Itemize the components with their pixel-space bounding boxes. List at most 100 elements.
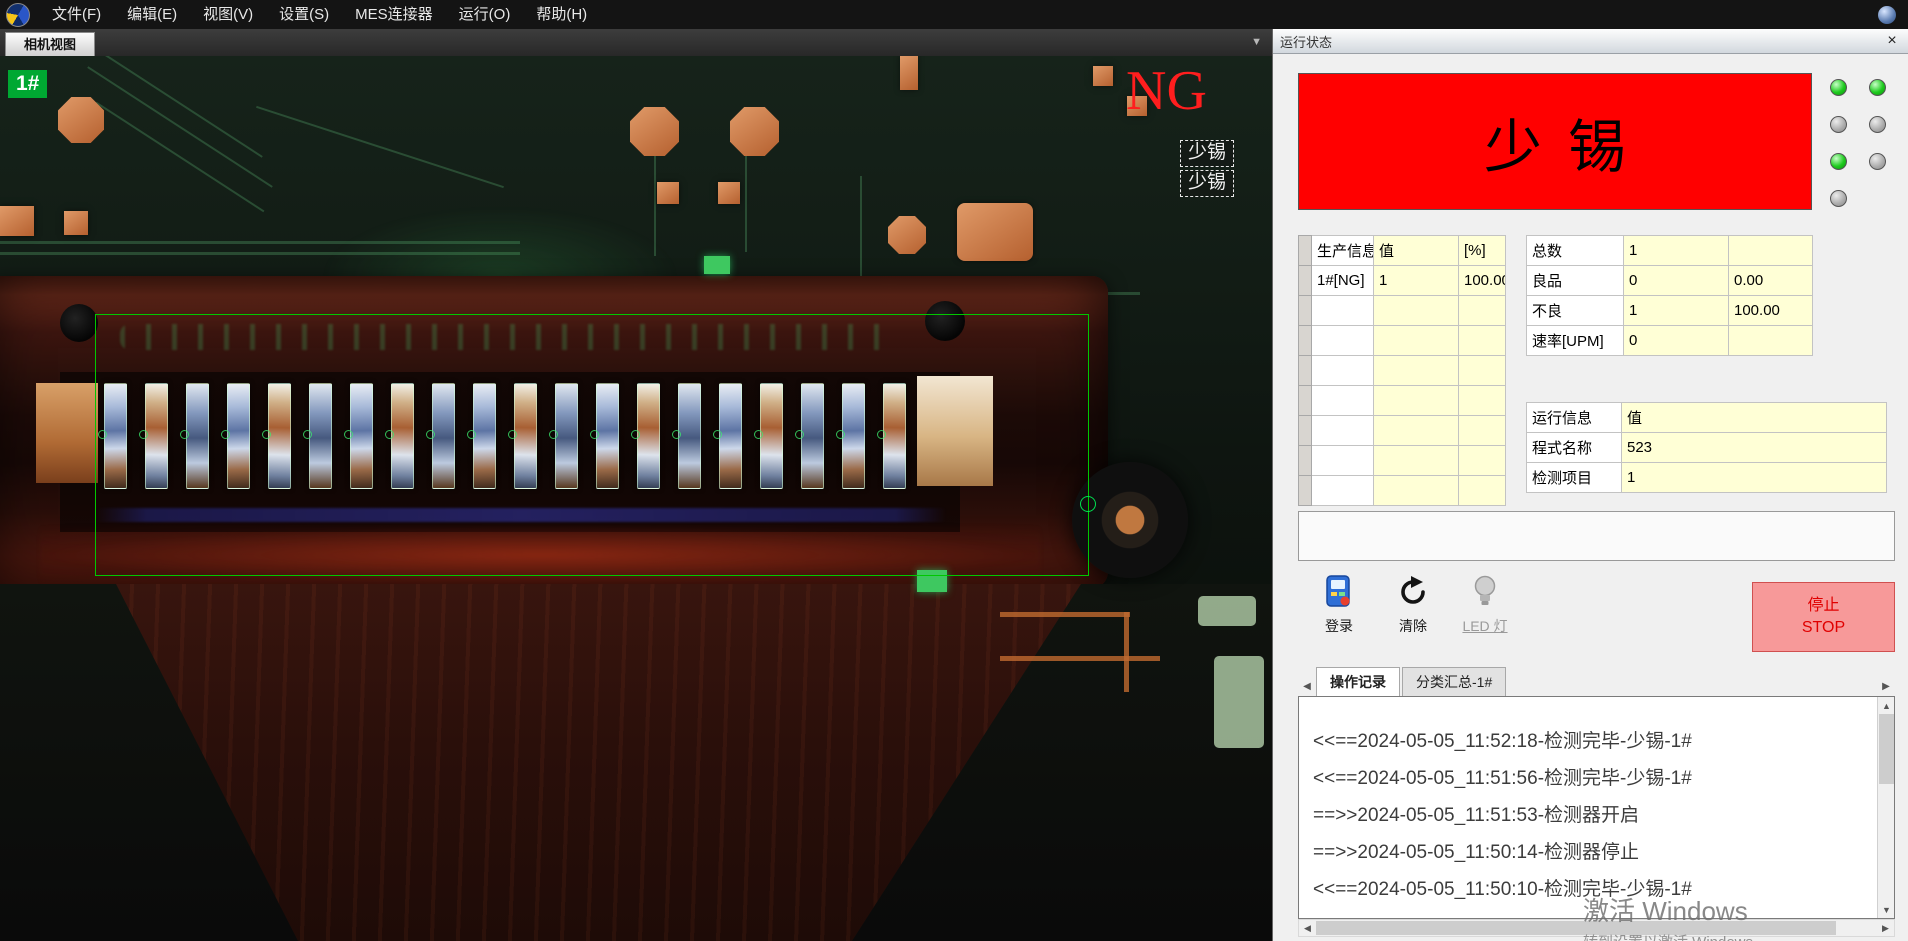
- column-header: 运行信息: [1527, 403, 1622, 433]
- table-cell: [1459, 446, 1506, 476]
- scroll-down-button[interactable]: ▼: [1878, 901, 1895, 918]
- table-cell: [1729, 236, 1813, 266]
- table-row: 程式名称 523: [1527, 433, 1887, 463]
- message-box: [1298, 511, 1895, 561]
- tray-icon[interactable]: [1878, 6, 1896, 24]
- defect-tag: 少锡: [1180, 140, 1234, 167]
- table-cell: 100.00: [1459, 266, 1506, 296]
- horizontal-scrollbar[interactable]: ◀ ▶: [1298, 919, 1895, 937]
- scroll-up-button[interactable]: ▲: [1878, 697, 1895, 714]
- table-cell: 良品: [1527, 266, 1624, 296]
- table-cell: [1374, 416, 1459, 446]
- menu-item-file[interactable]: 文件(F): [39, 0, 114, 29]
- table-cell: [1374, 356, 1459, 386]
- login-button[interactable]: 登录: [1307, 574, 1371, 636]
- detection-marker: [1080, 496, 1096, 512]
- led-light-button[interactable]: LED 灯: [1453, 574, 1517, 636]
- table-cell: 0: [1624, 326, 1729, 356]
- pcb-pad: [58, 97, 104, 143]
- login-button-label: 登录: [1325, 616, 1353, 636]
- copper-trace: [1000, 656, 1160, 661]
- table-cell: 程式名称: [1527, 433, 1622, 463]
- table-cell: 检测项目: [1527, 463, 1622, 493]
- guide-hole: [1072, 462, 1188, 578]
- tab-classification-summary[interactable]: 分类汇总-1#: [1402, 667, 1506, 696]
- table-header-row: 生产信息 值 [%]: [1299, 236, 1506, 266]
- camera-pane: 相机视图 ▼: [0, 29, 1272, 941]
- menu-item-view[interactable]: 视图(V): [190, 0, 266, 29]
- pcb-trace: [745, 156, 747, 252]
- scroll-left-button[interactable]: ◀: [1299, 920, 1316, 936]
- row-header: [1299, 236, 1312, 266]
- table-cell: [1374, 326, 1459, 356]
- pcb-pad: [888, 216, 926, 254]
- stop-button[interactable]: 停止 STOP: [1752, 582, 1895, 652]
- result-ng-label: NG: [1126, 62, 1207, 121]
- menu-item-settings[interactable]: 设置(S): [266, 0, 342, 29]
- table-cell: [1729, 326, 1813, 356]
- run-status-panel: 运行状态 × 少锡 生产信息 值 [%] 1#[NG] 1 100.00: [1272, 29, 1908, 941]
- table-cell: [1312, 446, 1374, 476]
- pale-pad: [1214, 656, 1264, 748]
- tab-scroll-left-button[interactable]: ◀: [1298, 676, 1316, 696]
- summary-table: 总数 1 良品 0 0.00 不良 1 100.00 速率[UPM] 0: [1526, 235, 1813, 356]
- led-button-label: LED 灯: [1462, 616, 1507, 636]
- scrollbar-thumb[interactable]: [1316, 921, 1836, 935]
- table-row: 良品 0 0.00: [1527, 266, 1813, 296]
- vertical-scrollbar[interactable]: ▲ ▼: [1877, 697, 1894, 918]
- pcb-pad: [957, 203, 1033, 261]
- tab-operation-log[interactable]: 操作记录: [1316, 667, 1400, 696]
- table-row: [1299, 446, 1506, 476]
- panel-close-button[interactable]: ×: [1883, 32, 1901, 50]
- log-line: <<==2024-05-05_11:52:18-检测完毕-少锡-1#: [1313, 723, 1894, 760]
- row-header: [1299, 416, 1312, 446]
- table-cell: 速率[UPM]: [1527, 326, 1624, 356]
- pcb-pad: [1093, 66, 1113, 86]
- log-tab-bar: ◀ 操作记录 分类汇总-1# ▶: [1298, 669, 1895, 696]
- table-cell: [1459, 416, 1506, 446]
- pcb-trace: [96, 102, 265, 213]
- table-cell: [1312, 416, 1374, 446]
- table-cell: 总数: [1527, 236, 1624, 266]
- table-row: [1299, 296, 1506, 326]
- production-table-body: 生产信息 值 [%] 1#[NG] 1 100.00: [1299, 236, 1506, 506]
- table-cell: [1459, 356, 1506, 386]
- app-logo-icon: [6, 3, 30, 27]
- scrollbar-thumb[interactable]: [1879, 714, 1894, 784]
- log-lines: <<==2024-05-05_11:52:18-检测完毕-少锡-1# <<==2…: [1299, 697, 1894, 908]
- tab-scroll-right-button[interactable]: ▶: [1877, 676, 1895, 696]
- pcb-trace: [87, 66, 273, 187]
- table-row: 不良 1 100.00: [1527, 296, 1813, 326]
- menu-bar: 文件(F) 编辑(E) 视图(V) 设置(S) MES连接器 运行(O) 帮助(…: [0, 0, 1908, 29]
- table-cell: [1459, 476, 1506, 506]
- status-led: [1869, 116, 1886, 133]
- defect-tag: 少锡: [1180, 170, 1234, 197]
- tab-camera-view[interactable]: 相机视图: [5, 32, 95, 56]
- scroll-right-button[interactable]: ▶: [1877, 920, 1894, 936]
- roi-rectangle: [95, 314, 1089, 576]
- menu-item-help[interactable]: 帮助(H): [523, 0, 600, 29]
- table-row: [1299, 416, 1506, 446]
- column-header: 生产信息: [1312, 236, 1374, 266]
- column-header: [%]: [1459, 236, 1506, 266]
- clear-button-label: 清除: [1399, 616, 1427, 636]
- menu-item-mes-connector[interactable]: MES连接器: [342, 0, 446, 29]
- table-cell: [1312, 476, 1374, 506]
- status-led: [1830, 153, 1847, 170]
- login-icon: [1324, 574, 1354, 611]
- tab-list-dropdown-icon[interactable]: ▼: [1251, 35, 1262, 49]
- table-cell: 523: [1622, 433, 1887, 463]
- run-info-table: 运行信息 值 程式名称 523 检测项目 1: [1526, 402, 1887, 493]
- table-cell: [1374, 446, 1459, 476]
- menu-item-run[interactable]: 运行(O): [446, 0, 524, 29]
- table-cell: 1#[NG]: [1312, 266, 1374, 296]
- menu-item-edit[interactable]: 编辑(E): [114, 0, 190, 29]
- table-row: [1299, 476, 1506, 506]
- row-header: [1299, 326, 1312, 356]
- table-row: 1#[NG] 1 100.00: [1299, 266, 1506, 296]
- table-cell: [1312, 356, 1374, 386]
- operation-log-list[interactable]: <<==2024-05-05_11:52:18-检测完毕-少锡-1# <<==2…: [1298, 696, 1895, 919]
- clear-button[interactable]: 清除: [1381, 574, 1445, 636]
- table-cell: [1312, 386, 1374, 416]
- table-row: 速率[UPM] 0: [1527, 326, 1813, 356]
